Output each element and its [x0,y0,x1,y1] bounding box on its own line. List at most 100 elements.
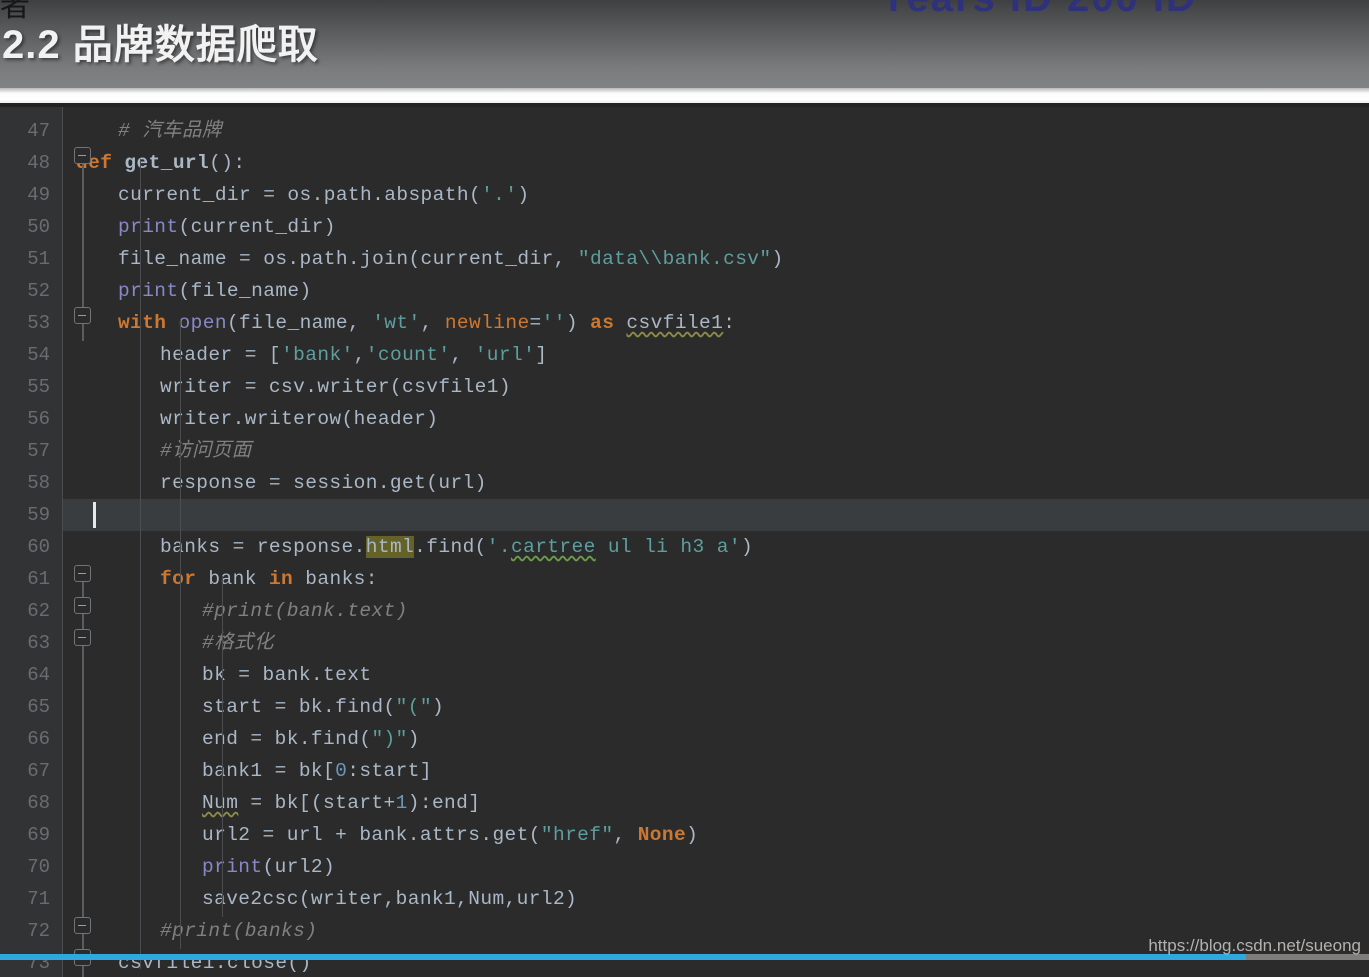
code-line[interactable]: 59 [0,499,1369,531]
code-token: = bk[(start+ [238,792,396,814]
code-token: url2 = url + bank.attrs.get( [202,824,541,846]
fold-marker-53[interactable] [74,307,91,324]
code-line[interactable]: 71 save2csc(writer,bank1,Num,url2) [0,883,1369,915]
code-line[interactable]: 70 print(url2) [0,851,1369,883]
code-text: # 汽车品牌 [118,115,222,147]
line-number: 64 [27,664,50,686]
code-token: "href" [540,824,614,846]
code-token: 0 [335,760,348,782]
code-token: ) [740,536,754,558]
code-token: ) [431,696,445,718]
code-line[interactable]: 63 #格式化 [0,627,1369,659]
code-token: open [178,312,227,334]
code-token: ) [686,824,699,846]
line-number: 50 [27,216,50,238]
line-number: 57 [27,440,50,462]
line-number: 62 [27,600,50,622]
code-token: ) [407,728,420,750]
code-token: '. [486,536,511,558]
code-line[interactable]: 65 start = bk.find("(") [0,691,1369,723]
code-text: #格式化 [202,627,274,659]
code-text: Num = bk[(start+1):end] [202,787,480,819]
code-line[interactable]: 67 bank1 = bk[0:start] [0,755,1369,787]
code-token: writer.writerow(header) [160,408,439,430]
code-text: def get_url(): [76,147,245,179]
code-line[interactable]: 69 url2 = url + bank.attrs.get("href", No… [0,819,1369,851]
code-token: '.' [481,184,518,206]
code-text: response = session.get(url) [160,467,487,499]
code-line[interactable]: 68 Num = bk[(start+1):end] [0,787,1369,819]
line-number: 54 [27,344,50,366]
code-token: as [590,312,615,334]
code-token: : [723,312,736,334]
code-token: #访问页面 [160,440,252,462]
code-token: "(" [395,696,432,718]
code-token: ):end] [407,792,481,814]
line-number: 59 [27,504,50,526]
code-text: csvfile1.close() [118,947,312,977]
line-number: 66 [27,728,50,750]
code-token: print [118,280,179,302]
code-line[interactable]: 54 header = ['bank','count', 'url'] [0,339,1369,371]
code-line[interactable]: 47 # 汽车品牌 [0,115,1369,147]
code-line[interactable]: 66 end = bk.find(")") [0,723,1369,755]
page-title: 2.2 品牌数据爬取 [2,23,319,67]
code-text: #访问页面 [160,435,252,467]
code-line[interactable]: 60 banks = response.html.find('.cartree u… [0,531,1369,563]
code-token: , [450,344,475,366]
fold-marker-62[interactable] [74,597,91,614]
code-token: ] [535,344,548,366]
code-token: .find( [414,536,487,558]
code-text: writer = csv.writer(csvfile1) [160,371,511,403]
code-text: print(file_name) [118,275,312,307]
slide-header: 者 Years ID 200 ID 2.2 品牌数据爬取 [0,0,1369,88]
code-token: banks = response. [160,536,366,558]
code-text: end = bk.find(")") [202,723,420,755]
code-line[interactable]: 49 current_dir = os.path.abspath('.') [0,179,1369,211]
line-number: 47 [27,120,50,142]
code-line[interactable]: 62 #print(bank.text) [0,595,1369,627]
code-text: file_name = os.path.join(current_dir, "d… [118,243,784,275]
code-editor[interactable]: 47 # 汽车品牌 48 def get_url(): 49 current_dir = … [0,107,1369,977]
code-line[interactable]: 57 #访问页面 [0,435,1369,467]
line-number: 63 [27,632,50,654]
line-number: 48 [27,152,50,174]
code-line[interactable]: 61 for bank in banks: [0,563,1369,595]
text-caret [93,502,96,528]
code-line[interactable]: 51 file_name = os.path.join(current_dir, … [0,243,1369,275]
code-line[interactable]: 50 print(current_dir) [0,211,1369,243]
code-text: for bank in banks: [160,563,378,595]
code-token: (file_name, [226,312,373,334]
code-token: csvfile1 [626,312,724,334]
code-token: (file_name) [178,280,312,302]
code-token: 'wt' [372,312,421,334]
line-number: 67 [27,760,50,782]
line-number: 49 [27,184,50,206]
code-token: print [118,216,179,238]
code-token: #格式化 [202,632,274,654]
code-line[interactable]: 52 print(file_name) [0,275,1369,307]
code-line[interactable]: 58 response = session.get(url) [0,467,1369,499]
code-text: bank1 = bk[0:start] [202,755,432,787]
code-line[interactable]: 56 writer.writerow(header) [0,403,1369,435]
screen-root: 者 Years ID 200 ID 2.2 品牌数据爬取 47 # 汽车品牌 48 d… [0,0,1369,977]
code-line[interactable]: 55 writer = csv.writer(csvfile1) [0,371,1369,403]
code-token: get_url [124,152,210,174]
line-number: 51 [27,248,50,270]
code-line[interactable]: 53 with open(file_name, 'wt', newline='')… [0,307,1369,339]
code-token: start = bk.find( [202,696,396,718]
fold-marker-72[interactable] [74,917,91,934]
indent-guide-1 [140,159,141,969]
code-lines-container[interactable]: 47 # 汽车品牌 48 def get_url(): 49 current_dir = … [0,107,1369,977]
header-divider-strip [0,88,1369,103]
code-line[interactable]: 48 def get_url(): [0,147,1369,179]
code-text: print(current_dir) [118,211,336,243]
code-token: ) [771,248,784,270]
fold-marker-61[interactable] [74,565,91,582]
line-number: 73 [27,952,50,974]
code-token: print [202,856,263,878]
fold-marker-48[interactable] [74,147,91,164]
fold-marker-63[interactable] [74,629,91,646]
code-line[interactable]: 64 bk = bank.text [0,659,1369,691]
